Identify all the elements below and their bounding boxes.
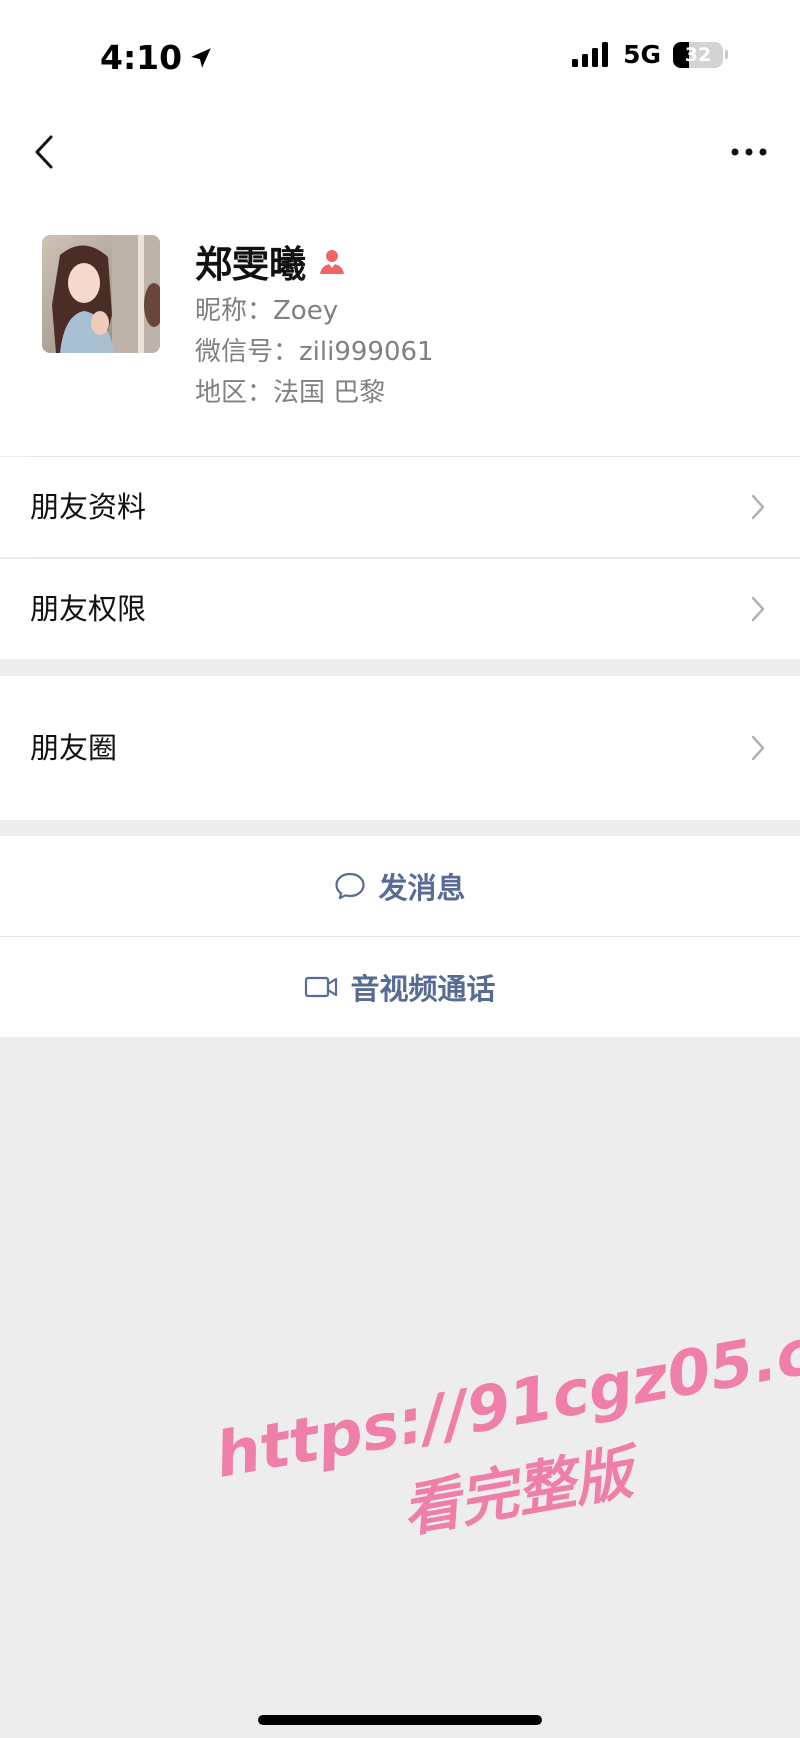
video-call-button[interactable]: 音视频通话 [0, 937, 800, 1037]
row-moments[interactable]: 朋友圈 [0, 676, 800, 820]
status-indicators: 5G 32 [571, 40, 728, 69]
status-time: 4:10 [100, 38, 214, 77]
back-button[interactable] [24, 124, 64, 180]
network-label: 5G [623, 40, 661, 69]
avatar-photo [42, 235, 160, 353]
female-user-icon [320, 250, 344, 274]
battery-indicator: 32 [673, 41, 723, 68]
nav-bar [0, 110, 800, 210]
avatar[interactable] [42, 235, 160, 353]
profile-header: 郑雯曦 昵称：Zoey 微信号：zili999061 地区：法国 巴黎 [0, 210, 800, 456]
video-call-label: 音视频通话 [350, 972, 496, 1006]
chevron-right-icon [751, 735, 765, 761]
profile-wechat-id: 微信号：zili999061 [195, 337, 434, 367]
row-moments-label: 朋友圈 [30, 731, 118, 765]
profile-name: 郑雯曦 [195, 243, 306, 286]
signal-icon [572, 41, 609, 67]
chevron-left-icon [35, 135, 53, 169]
more-horizontal-icon [731, 148, 767, 156]
row-friend-profile-label: 朋友资料 [30, 490, 147, 524]
chevron-right-icon [751, 494, 765, 520]
profile-nickname: 昵称：Zoey [195, 296, 339, 326]
video-camera-icon [305, 976, 338, 998]
home-indicator [258, 1715, 542, 1725]
profile-name-row: 郑雯曦 [195, 234, 346, 288]
chevron-right-icon [751, 596, 765, 622]
status-bar: 4:10 5G 32 [0, 0, 800, 110]
battery-percent: 32 [684, 43, 712, 66]
row-friend-permissions[interactable]: 朋友权限 [0, 559, 800, 659]
watermark: https://91cgz05.com 看完整版 [210, 1296, 800, 1578]
more-button[interactable] [724, 124, 774, 180]
send-message-button[interactable]: 发消息 [0, 836, 800, 936]
location-arrow-icon [191, 47, 211, 68]
status-time-text: 4:10 [100, 38, 183, 77]
row-friend-permissions-label: 朋友权限 [30, 592, 147, 626]
chat-bubble-icon [335, 872, 366, 900]
battery-tip [725, 50, 728, 59]
row-friend-profile[interactable]: 朋友资料 [0, 457, 800, 557]
send-message-label: 发消息 [378, 871, 466, 905]
profile-region: 地区：法国 巴黎 [195, 378, 386, 408]
